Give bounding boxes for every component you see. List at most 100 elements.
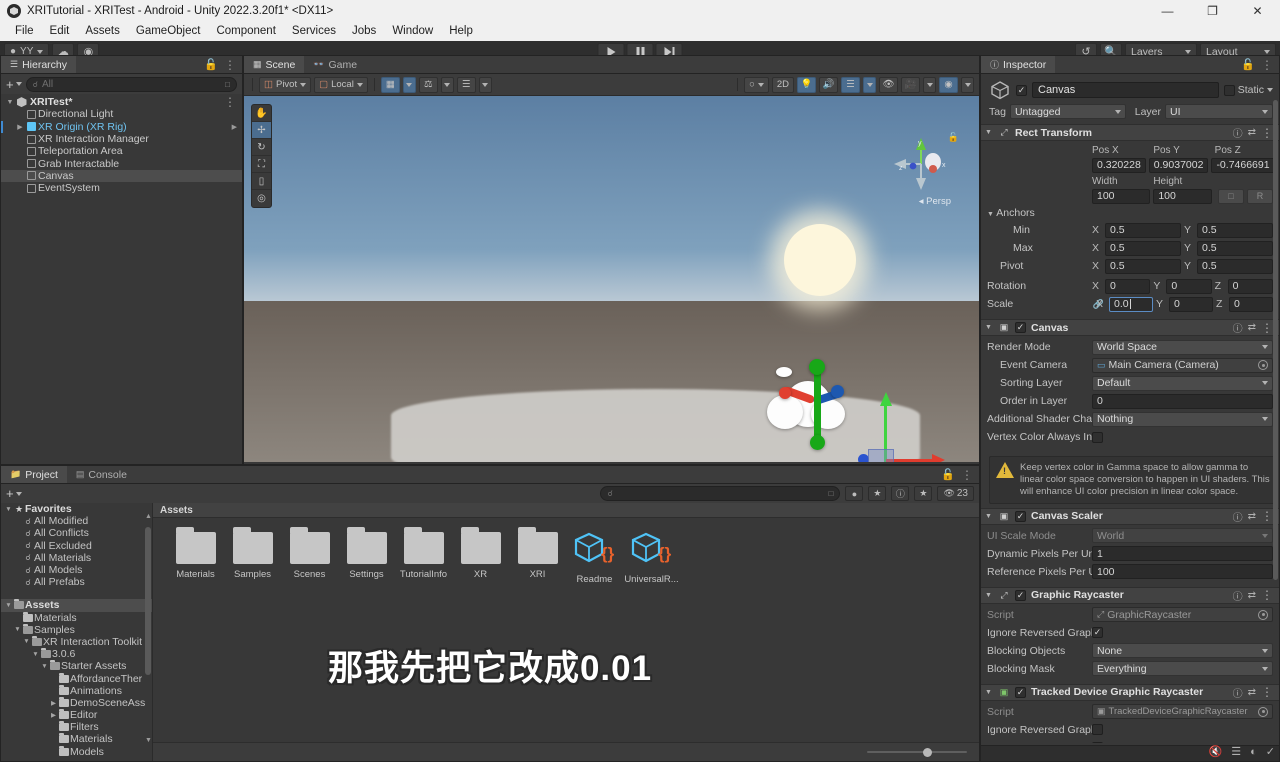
asset-item-xr[interactable]: XR [452, 527, 509, 585]
more-options-icon[interactable]: ⋮ [1261, 127, 1273, 139]
transform-tool-icon[interactable]: ◎ [252, 190, 271, 207]
foldout-icon[interactable]: ▼ [4, 506, 13, 513]
tree-item-starter-assets[interactable]: ▼ Starter Assets [1, 660, 152, 672]
create-asset-button[interactable]: + [6, 487, 22, 500]
tree-item-affordancethemes[interactable]: AffordanceTher [1, 672, 152, 685]
grid-snapping-dropdown[interactable] [402, 76, 416, 93]
more-options-icon[interactable]: ⋮ [224, 59, 236, 71]
lock-icon[interactable]: 🔓 [204, 58, 218, 71]
component-header-canvas[interactable]: ▼ ▣ ✓ Canvas ⓘ ⇄ ⋮ [981, 319, 1279, 336]
render-mode-dropdown[interactable]: World Space [1092, 339, 1273, 355]
gr-ignore-reversed-checkbox[interactable]: ✓ [1092, 627, 1103, 639]
component-enabled-checkbox[interactable]: ✓ [1015, 322, 1026, 333]
rotation-z-input[interactable]: 0 [1227, 278, 1273, 294]
menu-assets[interactable]: Assets [77, 22, 128, 41]
foldout-icon[interactable]: ▼ [22, 638, 31, 645]
search-filter-icon[interactable]: □ [225, 80, 230, 89]
foldout-icon[interactable]: ▶ [15, 123, 25, 131]
check-status-icon[interactable]: ✓ [1266, 745, 1275, 758]
chevron-right-icon[interactable]: ▶ [232, 123, 242, 131]
component-header-tracked-device-graphic-raycaster[interactable]: ▼ ▣ ✓ Tracked Device Graphic Raycaster ⓘ… [981, 683, 1279, 701]
inspector-scrollbar[interactable] [1273, 100, 1278, 700]
tab-console[interactable]: ▤ Console [66, 466, 136, 483]
draw-mode-dropdown[interactable]: ○ [744, 76, 769, 93]
tree-item-editor[interactable]: ▶ Editor [1, 709, 152, 721]
foldout-icon[interactable]: ▼ [40, 663, 49, 670]
foldout-icon[interactable]: ▼ [31, 651, 40, 658]
rotate-tool-icon[interactable]: ↻ [252, 139, 271, 156]
more-options-icon[interactable]: ⋮ [1261, 686, 1273, 698]
order-in-layer-input[interactable]: 0 [1092, 393, 1273, 409]
scene-lighting-button[interactable]: 💡 [797, 76, 816, 93]
raw-edit-button[interactable]: R [1246, 188, 1273, 204]
menu-component[interactable]: Component [208, 22, 283, 41]
tree-item-animations[interactable]: Animations [1, 684, 152, 697]
vertex-color-checkbox[interactable] [1092, 431, 1103, 443]
tree-item-xr-interaction-toolkit[interactable]: ▼ XR Interaction Toolkit [1, 635, 152, 648]
chevron-down-icon[interactable] [1267, 88, 1273, 92]
asset-item-scenes[interactable]: Scenes [281, 527, 338, 585]
tree-item-samples[interactable]: ▼ Samples [1, 623, 152, 636]
tree-item-favorites[interactable]: ▼ ★ Favorites [1, 503, 152, 515]
maximize-button[interactable]: ❐ [1190, 0, 1235, 22]
hierarchy-item-directional-light[interactable]: Directional Light [1, 108, 242, 120]
scale-y-input[interactable]: 0 [1169, 296, 1213, 312]
foldout-icon[interactable]: ▼ [985, 689, 993, 696]
tree-item-assets[interactable]: ▼ Assets [1, 599, 152, 612]
pos-x-input[interactable]: 0.320228 [1092, 157, 1146, 173]
grid-snapping-button[interactable]: ▦ [380, 76, 400, 93]
rotation-y-input[interactable]: 0 [1166, 278, 1212, 294]
filter-type-button[interactable]: ● [845, 486, 864, 501]
filter-favorite-button[interactable]: ★ [914, 486, 933, 501]
align-tools-dropdown[interactable] [478, 76, 492, 93]
foldout-icon[interactable]: ▼ [5, 99, 15, 106]
component-enabled-checkbox[interactable]: ✓ [1015, 686, 1026, 698]
scene-more-icon[interactable]: ⋮ [224, 96, 242, 108]
hierarchy-item-teleportation-area[interactable]: Teleportation Area [1, 145, 242, 157]
align-tools-button[interactable]: ☰ [456, 76, 476, 93]
gizmo-plane-handle[interactable] [868, 449, 894, 462]
tree-item-models[interactable]: Models [1, 745, 152, 758]
gizmo-lock-icon[interactable]: 🔓 [948, 132, 959, 143]
scene-viewport[interactable]: ✋ ✢ ↻ ⛶ ▯ ◎ z x y 🔓 ◂ Persp [244, 96, 979, 462]
close-button[interactable]: ✕ [1235, 0, 1280, 22]
rotation-x-input[interactable]: 0 [1105, 278, 1151, 294]
menu-edit[interactable]: Edit [42, 22, 78, 41]
hand-tool-icon[interactable]: ✋ [252, 105, 271, 122]
object-active-checkbox[interactable]: ✓ [1016, 84, 1027, 96]
hierarchy-search-input[interactable]: ☌ All □ [25, 76, 237, 92]
gizmo-x-arrow[interactable] [932, 454, 945, 462]
lock-icon[interactable]: 🔓 [1241, 58, 1255, 71]
component-header-canvas-scaler[interactable]: ▼ ▣ ✓ Canvas Scaler ⓘ ⇄ ⋮ [981, 507, 1279, 525]
hierarchy-item-canvas[interactable]: Canvas [1, 169, 242, 183]
more-options-icon[interactable]: ⋮ [961, 469, 973, 481]
more-options-icon[interactable]: ⋮ [1261, 589, 1273, 601]
tag-dropdown[interactable]: Untagged [1009, 104, 1126, 119]
help-icon[interactable]: ⓘ [1233, 320, 1243, 335]
tab-hierarchy[interactable]: ☰ Hierarchy [1, 56, 77, 73]
help-icon[interactable]: ⓘ [1233, 588, 1243, 603]
preset-icon[interactable]: ⇄ [1248, 590, 1256, 601]
pivot-mode-dropdown[interactable]: ◫ Pivot [259, 76, 312, 93]
help-icon[interactable]: ⓘ [1233, 125, 1243, 140]
projection-mode-label[interactable]: ◂ Persp [919, 196, 951, 207]
layer-dropdown[interactable]: UI [1165, 104, 1273, 119]
asset-item-xri[interactable]: XRI [509, 527, 566, 585]
gr-blocking-mask-dropdown[interactable]: Everything [1092, 661, 1273, 677]
scale-x-input[interactable]: 0.0 [1109, 296, 1153, 312]
asset-item-tutorialinfo[interactable]: TutorialInfo [395, 527, 452, 585]
tab-game[interactable]: 👓 Game [304, 56, 367, 73]
hierarchy-item-grab-interactable[interactable]: Grab Interactable [1, 157, 242, 170]
scroll-down-icon[interactable]: ▼ [145, 737, 152, 744]
preset-icon[interactable]: ⇄ [1248, 127, 1256, 138]
menu-services[interactable]: Services [284, 22, 344, 41]
object-picker-icon[interactable] [1258, 360, 1268, 370]
gr-blocking-objects-dropdown[interactable]: None [1092, 643, 1273, 659]
scale-z-input[interactable]: 0 [1229, 296, 1273, 312]
preset-icon[interactable]: ⇄ [1248, 322, 1256, 333]
asset-item-materials[interactable]: Materials [167, 527, 224, 585]
camera-button[interactable]: 🎥 [901, 76, 920, 93]
pos-z-input[interactable]: -0.7466691 [1211, 157, 1275, 173]
snap-increment-button[interactable]: ⚖ [418, 76, 438, 93]
menu-file[interactable]: File [7, 22, 42, 41]
